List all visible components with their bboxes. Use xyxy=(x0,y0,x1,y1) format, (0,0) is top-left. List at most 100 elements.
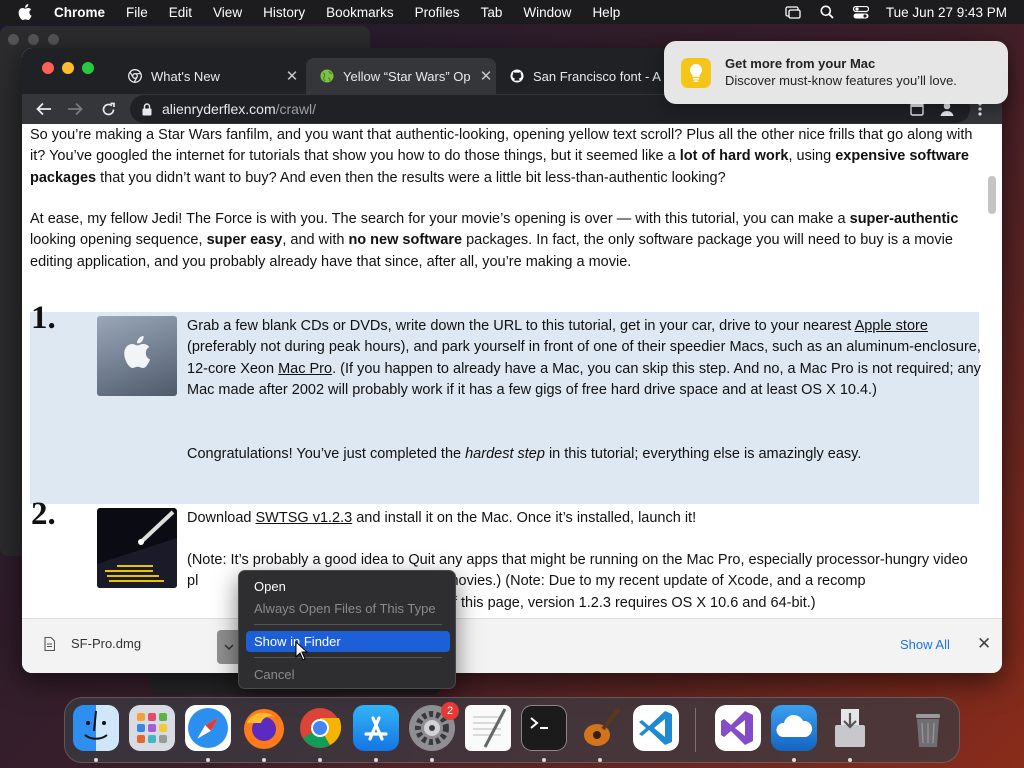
text-link[interactable]: Mac Pro xyxy=(278,361,332,377)
notification-badge: 2 xyxy=(441,702,459,720)
text-link[interactable]: Apple store xyxy=(855,318,928,334)
onedrive-icon[interactable] xyxy=(771,705,817,751)
menu-window[interactable]: Window xyxy=(523,5,571,20)
trash-icon[interactable] xyxy=(905,705,951,751)
visual-studio-icon[interactable] xyxy=(715,705,761,751)
chevron-down-icon xyxy=(224,643,234,650)
tab-star-wars-crawl[interactable]: Yellow “Star Wars” Op ✕ xyxy=(306,58,496,94)
menu-file[interactable]: File xyxy=(126,5,148,20)
step-1-congrats: Congratulations! You’ve just completed t… xyxy=(187,444,982,465)
step-2-text: Download SWTSG v1.2.3 and install it on … xyxy=(187,508,982,529)
zoom-window-button[interactable] xyxy=(82,62,94,74)
firefox-icon[interactable] xyxy=(241,705,287,751)
notification-banner[interactable]: Get more from your Mac Discover must-kno… xyxy=(664,41,1008,104)
tab-close-icon[interactable]: ✕ xyxy=(282,67,302,85)
text-run: super easy xyxy=(206,232,283,249)
text-run: At ease, my fellow Jedi! The Force is wi… xyxy=(30,211,850,227)
back-button[interactable] xyxy=(33,98,55,120)
mouse-cursor-icon xyxy=(295,640,309,666)
menu-item-show-in-finder[interactable]: Show in Finder xyxy=(246,631,450,652)
textedit-icon[interactable] xyxy=(465,705,511,751)
apple-menu-icon[interactable] xyxy=(18,4,38,20)
menu-item-open[interactable]: Open xyxy=(246,576,450,597)
text-run: Congratulations! You’ve just completed t… xyxy=(187,446,466,462)
step-1-text: Grab a few blank CDs or DVDs, write down… xyxy=(187,316,982,401)
running-indicator xyxy=(94,758,98,762)
launchpad-icon[interactable] xyxy=(129,705,175,751)
menu-edit[interactable]: Edit xyxy=(169,5,192,20)
page-scrollbar[interactable] xyxy=(988,176,996,214)
spotlight-search-icon[interactable] xyxy=(810,5,844,19)
download-item[interactable]: SF-Pro.dmg xyxy=(44,636,141,651)
app-store-icon[interactable] xyxy=(353,705,399,751)
swtsg-app-image xyxy=(97,508,177,588)
tab-san-francisco-font[interactable]: San Francisco font - A xyxy=(496,58,664,94)
menu-history[interactable]: History xyxy=(263,5,305,20)
menu-bookmarks[interactable]: Bookmarks xyxy=(326,5,394,20)
url-path: /crawl/ xyxy=(275,101,317,117)
download-bar: SF-Pro.dmg Show All ✕ xyxy=(22,618,1002,673)
menu-help[interactable]: Help xyxy=(592,5,620,20)
text-run: in this tutorial; everything else is ama… xyxy=(544,446,862,462)
url-host: alienryderflex.com xyxy=(162,101,276,117)
text-run: super-authentic xyxy=(849,211,959,227)
forward-button[interactable] xyxy=(64,98,86,120)
intro-paragraph-2: At ease, my fellow Jedi! The Force is wi… xyxy=(30,209,985,273)
terminal-icon[interactable] xyxy=(521,705,567,751)
minimize-window-button[interactable] xyxy=(62,62,74,74)
apple-logo-icon xyxy=(124,336,150,368)
finder-icon[interactable] xyxy=(73,705,119,751)
screen-mirroring-icon[interactable] xyxy=(776,5,810,19)
file-icon xyxy=(44,636,55,651)
text-run: , using xyxy=(788,148,836,165)
safari-icon[interactable] xyxy=(185,705,231,751)
menu-profiles[interactable]: Profiles xyxy=(415,5,460,20)
text-run: , and with xyxy=(282,232,349,249)
close-window-button[interactable] xyxy=(42,62,54,74)
lock-icon[interactable] xyxy=(142,102,152,116)
tab-close-icon[interactable]: ✕ xyxy=(476,67,496,85)
running-indicator xyxy=(792,758,796,762)
running-indicator xyxy=(262,758,266,762)
menu-bar: Chrome File Edit View History Bookmarks … xyxy=(0,0,1024,24)
tab-title: Yellow “Star Wars” Op xyxy=(343,68,471,84)
notification-body: Discover must-know features you’ll love. xyxy=(725,73,957,88)
github-icon xyxy=(510,69,524,83)
menu-app-name[interactable]: Chrome xyxy=(54,5,105,20)
menu-separator xyxy=(254,624,442,625)
control-center-icon[interactable] xyxy=(844,5,878,19)
menu-item-always-open: Always Open Files of This Type xyxy=(254,601,436,616)
step-1-number: 1. xyxy=(31,300,56,336)
vscode-icon[interactable] xyxy=(633,705,679,751)
chrome-icon xyxy=(128,69,142,83)
text-run: Grab a few blank CDs or DVDs, write down… xyxy=(187,318,855,334)
menu-item-cancel: Cancel xyxy=(254,667,295,682)
download-filename: SF-Pro.dmg xyxy=(71,636,142,651)
chrome-window: What's New ✕ Yellow “Star Wars” Op ✕ San… xyxy=(22,48,1002,673)
show-all-downloads-button[interactable]: Show All xyxy=(900,637,950,652)
running-indicator xyxy=(374,758,378,762)
lightbulb-icon xyxy=(681,58,711,88)
menu-clock[interactable]: Tue Jun 27 9:43 PM xyxy=(886,5,1007,20)
download-context-menu: Open Always Open Files of This Type Show… xyxy=(238,570,456,689)
chrome-app-icon[interactable] xyxy=(297,705,343,751)
running-indicator xyxy=(542,758,546,762)
text-run: hardest step xyxy=(465,446,545,462)
apple-store-image xyxy=(97,316,177,396)
tab-whats-new[interactable]: What's New ✕ xyxy=(114,58,302,94)
menu-view[interactable]: View xyxy=(213,5,242,20)
garageband-icon[interactable] xyxy=(577,705,623,751)
running-indicator xyxy=(206,758,210,762)
text-run: looking opening sequence, xyxy=(30,232,207,249)
reload-button[interactable] xyxy=(97,98,119,120)
running-indicator xyxy=(598,758,602,762)
text-run: Download xyxy=(187,510,256,526)
globe-icon xyxy=(320,69,334,83)
text-run: that you didn’t want to buy? And even th… xyxy=(96,169,726,186)
close-download-bar-icon[interactable]: ✕ xyxy=(977,634,991,654)
text-link[interactable]: SWTSG v1.2.3 xyxy=(256,510,353,526)
background-window-traffic xyxy=(8,34,68,46)
menu-tab[interactable]: Tab xyxy=(481,5,503,20)
installer-icon[interactable] xyxy=(827,705,873,751)
dock-separator xyxy=(695,708,696,752)
